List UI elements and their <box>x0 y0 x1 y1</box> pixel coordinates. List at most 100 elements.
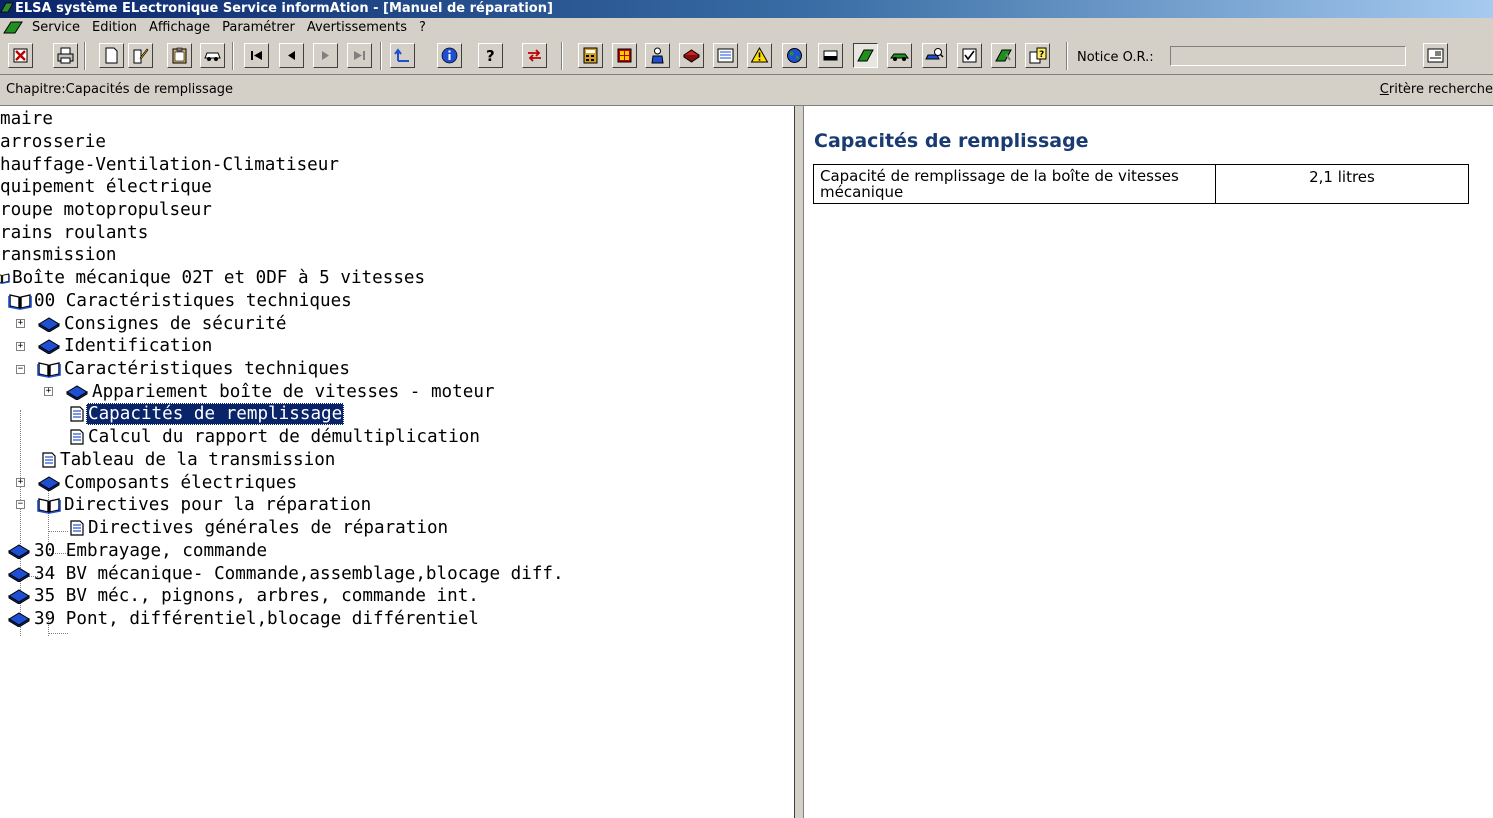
tree-item-appariement[interactable]: Appariement boîte de vitesses - moteur <box>64 381 497 403</box>
checkbox-icon <box>962 48 977 63</box>
grid-icon <box>617 48 632 63</box>
notice-or-input[interactable] <box>1170 46 1406 66</box>
manual-button[interactable] <box>679 43 704 68</box>
drive-button[interactable] <box>818 43 843 68</box>
chapter-label: Chapitre:Capacités de remplissage <box>6 82 234 97</box>
info-button[interactable] <box>437 43 462 68</box>
globe-button[interactable] <box>782 43 807 68</box>
help-button[interactable]: ? <box>478 43 503 68</box>
tree-item-equipement-electrique[interactable]: quipement électrique <box>0 176 214 198</box>
collapse-toggle[interactable]: − <box>16 500 25 509</box>
window-title: ELSA système ELectronique Service inform… <box>15 1 553 16</box>
vehicle-button[interactable] <box>200 43 225 68</box>
menu-parametrer[interactable]: Paramétrer <box>216 18 301 38</box>
list-button[interactable] <box>713 43 738 68</box>
expand-toggle[interactable]: + <box>16 478 25 487</box>
tree-item-pont-differentiel[interactable]: 39 Pont, différentiel,blocage différenti… <box>6 608 481 630</box>
search-criteria-link[interactable]: Critère recherche <box>1380 75 1493 105</box>
form-icon <box>1427 48 1444 63</box>
open-book-icon <box>36 360 62 378</box>
tree-item-consignes-securite[interactable]: Consignes de sécurité <box>36 313 288 335</box>
context-help-button[interactable]: ? <box>1025 43 1050 68</box>
expand-toggle[interactable]: + <box>16 319 25 328</box>
tree-item-directives-generales[interactable]: Directives générales de réparation <box>68 517 450 539</box>
back-up-level-button[interactable] <box>390 43 415 68</box>
previous-page-button[interactable] <box>279 43 304 68</box>
clipboard-button[interactable] <box>167 43 192 68</box>
print-button[interactable] <box>53 43 78 68</box>
open-book-icon <box>8 292 32 310</box>
tree-item-embrayage[interactable]: 30 Embrayage, commande <box>6 540 269 562</box>
wrench-leaf-icon <box>995 49 1012 62</box>
red-book-icon <box>683 49 700 63</box>
return-arrow-icon <box>394 48 409 62</box>
exit-button[interactable] <box>8 43 33 68</box>
service-leaf-icon[interactable] <box>0 18 26 38</box>
edit-document-button[interactable] <box>128 43 153 68</box>
service-button[interactable] <box>853 43 878 68</box>
svg-text:?: ? <box>1039 50 1044 60</box>
mechanic-button[interactable] <box>645 43 670 68</box>
document-icon <box>68 429 86 445</box>
expand-toggle[interactable]: + <box>44 387 53 396</box>
globe-icon <box>787 48 802 63</box>
tree-item-carrosserie[interactable]: arrosserie <box>0 131 108 153</box>
tree-item-sommaire[interactable]: maire <box>0 108 55 130</box>
pane-splitter[interactable] <box>795 106 804 818</box>
first-page-button[interactable] <box>244 43 269 68</box>
document-viewer: Capacités de remplissage Capacité de rem… <box>804 106 1493 818</box>
swap-arrows-icon <box>528 49 541 62</box>
tree-item-transmission[interactable]: ransmission <box>0 244 119 266</box>
expand-toggle[interactable]: + <box>16 342 25 351</box>
menu-service[interactable]: Service <box>26 18 86 38</box>
tree-item-tableau-transmission[interactable]: Tableau de la transmission <box>40 449 337 471</box>
car-service-button[interactable] <box>887 43 912 68</box>
closed-book-icon <box>6 588 32 604</box>
tree-item-trains-roulants[interactable]: rains roulants <box>0 222 150 244</box>
car-icon <box>204 52 221 61</box>
info-icon <box>441 47 458 64</box>
tree-item-bv-commande[interactable]: 34 BV mécanique- Commande,assemblage,blo… <box>6 563 566 585</box>
checklist-button[interactable] <box>957 43 982 68</box>
document-title: Capacités de remplissage <box>814 130 1089 152</box>
person-icon <box>651 47 664 64</box>
tree-item-chauffage[interactable]: hauffage-Ventilation-Climatiseur <box>0 154 341 176</box>
tree-item-composants-electriques[interactable]: Composants électriques <box>36 472 299 494</box>
tree-item-bv-pignons[interactable]: 35 BV méc., pignons, arbres, commande in… <box>6 585 481 607</box>
disk-drive-icon <box>823 50 838 61</box>
vehicle-search-button[interactable] <box>922 43 947 68</box>
menu-avertissements[interactable]: Avertissements <box>301 18 413 38</box>
next-page-button[interactable] <box>313 43 338 68</box>
tree-item-groupe-motopropulseur[interactable]: roupe motopropulseur <box>0 199 214 221</box>
warning-triangle-icon <box>750 46 769 63</box>
tree-item-boite-mecanique[interactable]: Boîte mécanique 02T et 0DF à 5 vitesses <box>0 267 427 289</box>
menu-help[interactable]: ? <box>413 18 432 38</box>
tree-item-calcul-rapport[interactable]: Calcul du rapport de démultiplication <box>68 426 482 448</box>
green-car-icon <box>890 53 909 61</box>
calculator-button[interactable] <box>578 43 603 68</box>
tree-item-caracteristiques-techniques[interactable]: Caractéristiques techniques <box>36 358 352 380</box>
list-icon <box>717 48 734 63</box>
notice-submit-button[interactable] <box>1423 43 1448 68</box>
search-criteria-text: ritère recherche <box>1388 82 1493 97</box>
closed-book-icon <box>6 566 32 582</box>
collapse-toggle[interactable]: − <box>16 365 25 374</box>
closed-book-icon <box>6 543 32 559</box>
last-page-button[interactable] <box>347 43 372 68</box>
tools-button[interactable] <box>991 43 1016 68</box>
tree-item-directives-reparation[interactable]: Directives pour la réparation <box>36 494 373 516</box>
menu-affichage[interactable]: Affichage <box>143 18 216 38</box>
closed-book-icon <box>36 338 62 354</box>
tree-item-identification[interactable]: Identification <box>36 335 214 357</box>
car-search-icon <box>925 48 944 60</box>
new-document-button[interactable] <box>99 43 124 68</box>
menu-edition[interactable]: Edition <box>86 18 143 38</box>
tree-item-capacites-remplissage[interactable]: Capacités de remplissage <box>68 403 345 425</box>
swap-button[interactable] <box>522 43 547 68</box>
open-book-icon <box>36 496 62 514</box>
warning-button[interactable] <box>747 43 772 68</box>
closed-book-icon <box>36 316 62 332</box>
fuse-button[interactable] <box>612 43 637 68</box>
capacity-table: Capacité de remplissage de la boîte de v… <box>813 164 1469 204</box>
tree-item-caracteristiques-00[interactable]: 00 Caractéristiques techniques <box>8 290 354 312</box>
